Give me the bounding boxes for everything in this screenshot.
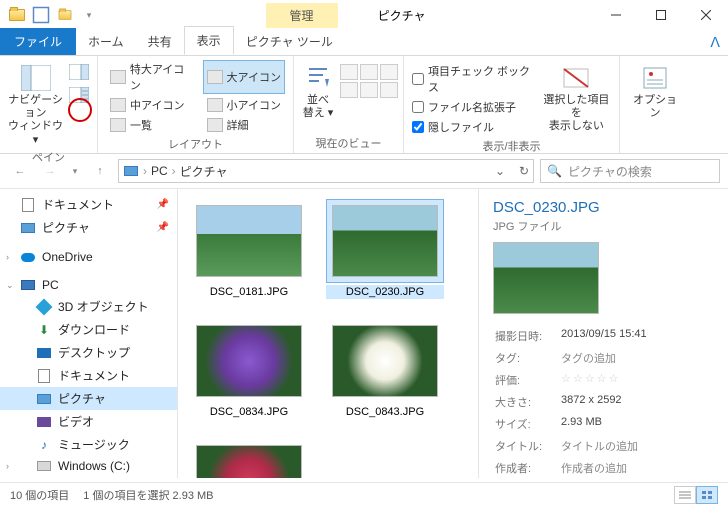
layout-large-icons[interactable]: 大アイコン bbox=[203, 60, 285, 94]
pin-icon: 📌 bbox=[157, 222, 169, 233]
details-tags[interactable]: タグの追加 bbox=[561, 348, 712, 368]
group-current-view-label: 現在のビュー bbox=[302, 133, 395, 151]
status-item-count: 10 個の項目 bbox=[10, 487, 69, 503]
nav-videos[interactable]: ビデオ bbox=[0, 410, 177, 433]
details-date: 2013/09/15 15:41 bbox=[561, 326, 712, 346]
nav-quick-pictures[interactable]: ピクチャ📌 bbox=[0, 216, 177, 239]
details-dimensions: 3872 x 2592 bbox=[561, 392, 712, 412]
details-author[interactable]: 作成者の追加 bbox=[561, 458, 712, 478]
navigation-pane: ドキュメント📌 ピクチャ📌 ›OneDrive ⌄PC 3D オブジェクト ⬇ダ… bbox=[0, 189, 178, 478]
navigation-pane-label: ナビゲーション ウィンドウ ▾ bbox=[8, 94, 63, 147]
file-extensions-toggle[interactable]: ファイル名拡張子 bbox=[412, 98, 536, 116]
details-size: 2.93 MB bbox=[561, 414, 712, 434]
help-collapse-icon[interactable]: ᐱ bbox=[710, 34, 720, 51]
file-item[interactable] bbox=[190, 439, 308, 478]
minimize-button[interactable] bbox=[593, 0, 638, 30]
nav-desktop[interactable]: デスクトップ bbox=[0, 341, 177, 364]
address-bar-row: ← → ▾ ↑ › PC › ピクチャ ⌄ ↻ 🔍 ピクチャの検索 bbox=[0, 154, 728, 188]
qat-properties-icon[interactable] bbox=[32, 6, 50, 24]
ribbon-tabs: ファイル ホーム 共有 表示 ピクチャ ツール ᐱ bbox=[0, 30, 728, 56]
file-item[interactable]: DSC_0843.JPG bbox=[326, 319, 444, 419]
tab-file[interactable]: ファイル bbox=[0, 28, 76, 55]
search-icon: 🔍 bbox=[547, 164, 562, 178]
details-pane-icon[interactable] bbox=[69, 87, 89, 106]
file-item[interactable]: DSC_0834.JPG bbox=[190, 319, 308, 419]
status-bar: 10 個の項目 1 個の項目を選択 2.93 MB bbox=[0, 482, 728, 506]
quick-access-toolbar: ▾ bbox=[0, 6, 98, 24]
file-item[interactable]: DSC_0181.JPG bbox=[190, 199, 308, 299]
address-bar[interactable]: › PC › ピクチャ ⌄ ↻ bbox=[118, 159, 534, 183]
group-layout-label: レイアウト bbox=[106, 134, 285, 152]
tab-home[interactable]: ホーム bbox=[76, 28, 136, 55]
nav-pictures[interactable]: ピクチャ bbox=[0, 387, 177, 410]
tab-picture-tools[interactable]: ピクチャ ツール bbox=[234, 28, 345, 55]
nav-onedrive[interactable]: ›OneDrive bbox=[0, 247, 177, 267]
nav-quick-documents[interactable]: ドキュメント📌 bbox=[0, 193, 177, 216]
details-preview-image bbox=[493, 242, 599, 314]
details-filename: DSC_0230.JPG bbox=[493, 199, 714, 216]
group-show-hide-label: 表示/非表示 bbox=[412, 136, 611, 154]
view-details-toggle[interactable] bbox=[674, 486, 696, 504]
view-thumbnails-toggle[interactable] bbox=[696, 486, 718, 504]
layout-medium-icons[interactable]: 中アイコン bbox=[106, 96, 199, 114]
layout-extra-large-icons[interactable]: 特大アイコン bbox=[106, 60, 199, 94]
navigation-pane-button[interactable]: ナビゲーション ウィンドウ ▾ bbox=[8, 60, 63, 147]
file-name-label: DSC_0843.JPG bbox=[326, 405, 444, 419]
breadcrumb-pictures[interactable]: ピクチャ bbox=[180, 163, 228, 180]
qat-dropdown-icon[interactable]: ▾ bbox=[80, 6, 98, 24]
hide-selected-button[interactable]: 選択した項目を 表示しない bbox=[542, 60, 611, 134]
options-button[interactable]: オプション bbox=[628, 60, 682, 120]
address-dropdown-icon[interactable]: ⌄ bbox=[495, 164, 505, 178]
refresh-icon[interactable]: ↻ bbox=[519, 164, 529, 178]
details-rating[interactable]: ☆☆☆☆☆ bbox=[561, 370, 712, 390]
file-name-label: DSC_0181.JPG bbox=[190, 285, 308, 299]
group-panes-label: ペイン bbox=[8, 147, 89, 165]
folder-icon bbox=[8, 6, 26, 24]
layout-small-icons[interactable]: 小アイコン bbox=[203, 96, 285, 114]
title-bar: ▾ 管理 ピクチャ bbox=[0, 0, 728, 30]
nav-downloads[interactable]: ⬇ダウンロード bbox=[0, 318, 177, 341]
thumbnail-image bbox=[196, 205, 302, 277]
details-title[interactable]: タイトルの追加 bbox=[561, 436, 712, 456]
preview-pane-icon[interactable] bbox=[69, 64, 89, 83]
contextual-tab-label: 管理 bbox=[266, 3, 338, 28]
layout-list[interactable]: 一覧 bbox=[106, 116, 199, 134]
search-box[interactable]: 🔍 ピクチャの検索 bbox=[540, 159, 720, 183]
main-area: ドキュメント📌 ピクチャ📌 ›OneDrive ⌄PC 3D オブジェクト ⬇ダ… bbox=[0, 188, 728, 478]
search-placeholder: ピクチャの検索 bbox=[568, 163, 652, 180]
details-filetype: JPG ファイル bbox=[493, 218, 714, 234]
current-view-extra-icons[interactable] bbox=[340, 60, 398, 98]
up-button[interactable]: ↑ bbox=[88, 159, 112, 183]
maximize-button[interactable] bbox=[638, 0, 683, 30]
thumbnail-image bbox=[332, 205, 438, 277]
layout-details[interactable]: 詳細 bbox=[203, 116, 285, 134]
tab-share[interactable]: 共有 bbox=[136, 28, 184, 55]
status-selection: 1 個の項目を選択 2.93 MB bbox=[83, 487, 213, 503]
nav-pc[interactable]: ⌄PC bbox=[0, 275, 177, 295]
details-table: 撮影日時:2013/09/15 15:41 タグ:タグの追加 評価:☆☆☆☆☆ … bbox=[493, 324, 714, 480]
nav-music[interactable]: ♪ミュージック bbox=[0, 433, 177, 456]
file-name-label: DSC_0230.JPG bbox=[326, 285, 444, 299]
item-checkboxes-toggle[interactable]: 項目チェック ボックス bbox=[412, 62, 536, 96]
details-pane: DSC_0230.JPG JPG ファイル 撮影日時:2013/09/15 15… bbox=[478, 189, 728, 478]
thumbnail-image bbox=[196, 445, 302, 478]
window-title: ピクチャ bbox=[378, 7, 426, 24]
folder-icon bbox=[123, 164, 139, 178]
qat-new-folder-icon[interactable] bbox=[56, 6, 74, 24]
nav-c-drive[interactable]: ›Windows (C:) bbox=[0, 456, 177, 476]
tab-view[interactable]: 表示 bbox=[184, 26, 234, 55]
hidden-files-toggle[interactable]: 隠しファイル bbox=[412, 118, 536, 136]
ribbon: ナビゲーション ウィンドウ ▾ ペイン 特大アイコン 大アイコン 中アイコン 小… bbox=[0, 56, 728, 154]
sort-by-button[interactable]: 並べ替え ▾ bbox=[302, 60, 334, 120]
file-name-label: DSC_0834.JPG bbox=[190, 405, 308, 419]
file-item[interactable]: DSC_0230.JPG bbox=[326, 199, 444, 299]
pin-icon: 📌 bbox=[157, 199, 169, 210]
thumbnail-image bbox=[196, 325, 302, 397]
file-list[interactable]: DSC_0181.JPG DSC_0230.JPG DSC_0834.JPG DSC_… bbox=[178, 189, 478, 478]
nav-3d-objects[interactable]: 3D オブジェクト bbox=[0, 295, 177, 318]
breadcrumb-pc[interactable]: PC bbox=[151, 164, 168, 178]
thumbnail-image bbox=[332, 325, 438, 397]
nav-documents[interactable]: ドキュメント bbox=[0, 364, 177, 387]
close-button[interactable] bbox=[683, 0, 728, 30]
